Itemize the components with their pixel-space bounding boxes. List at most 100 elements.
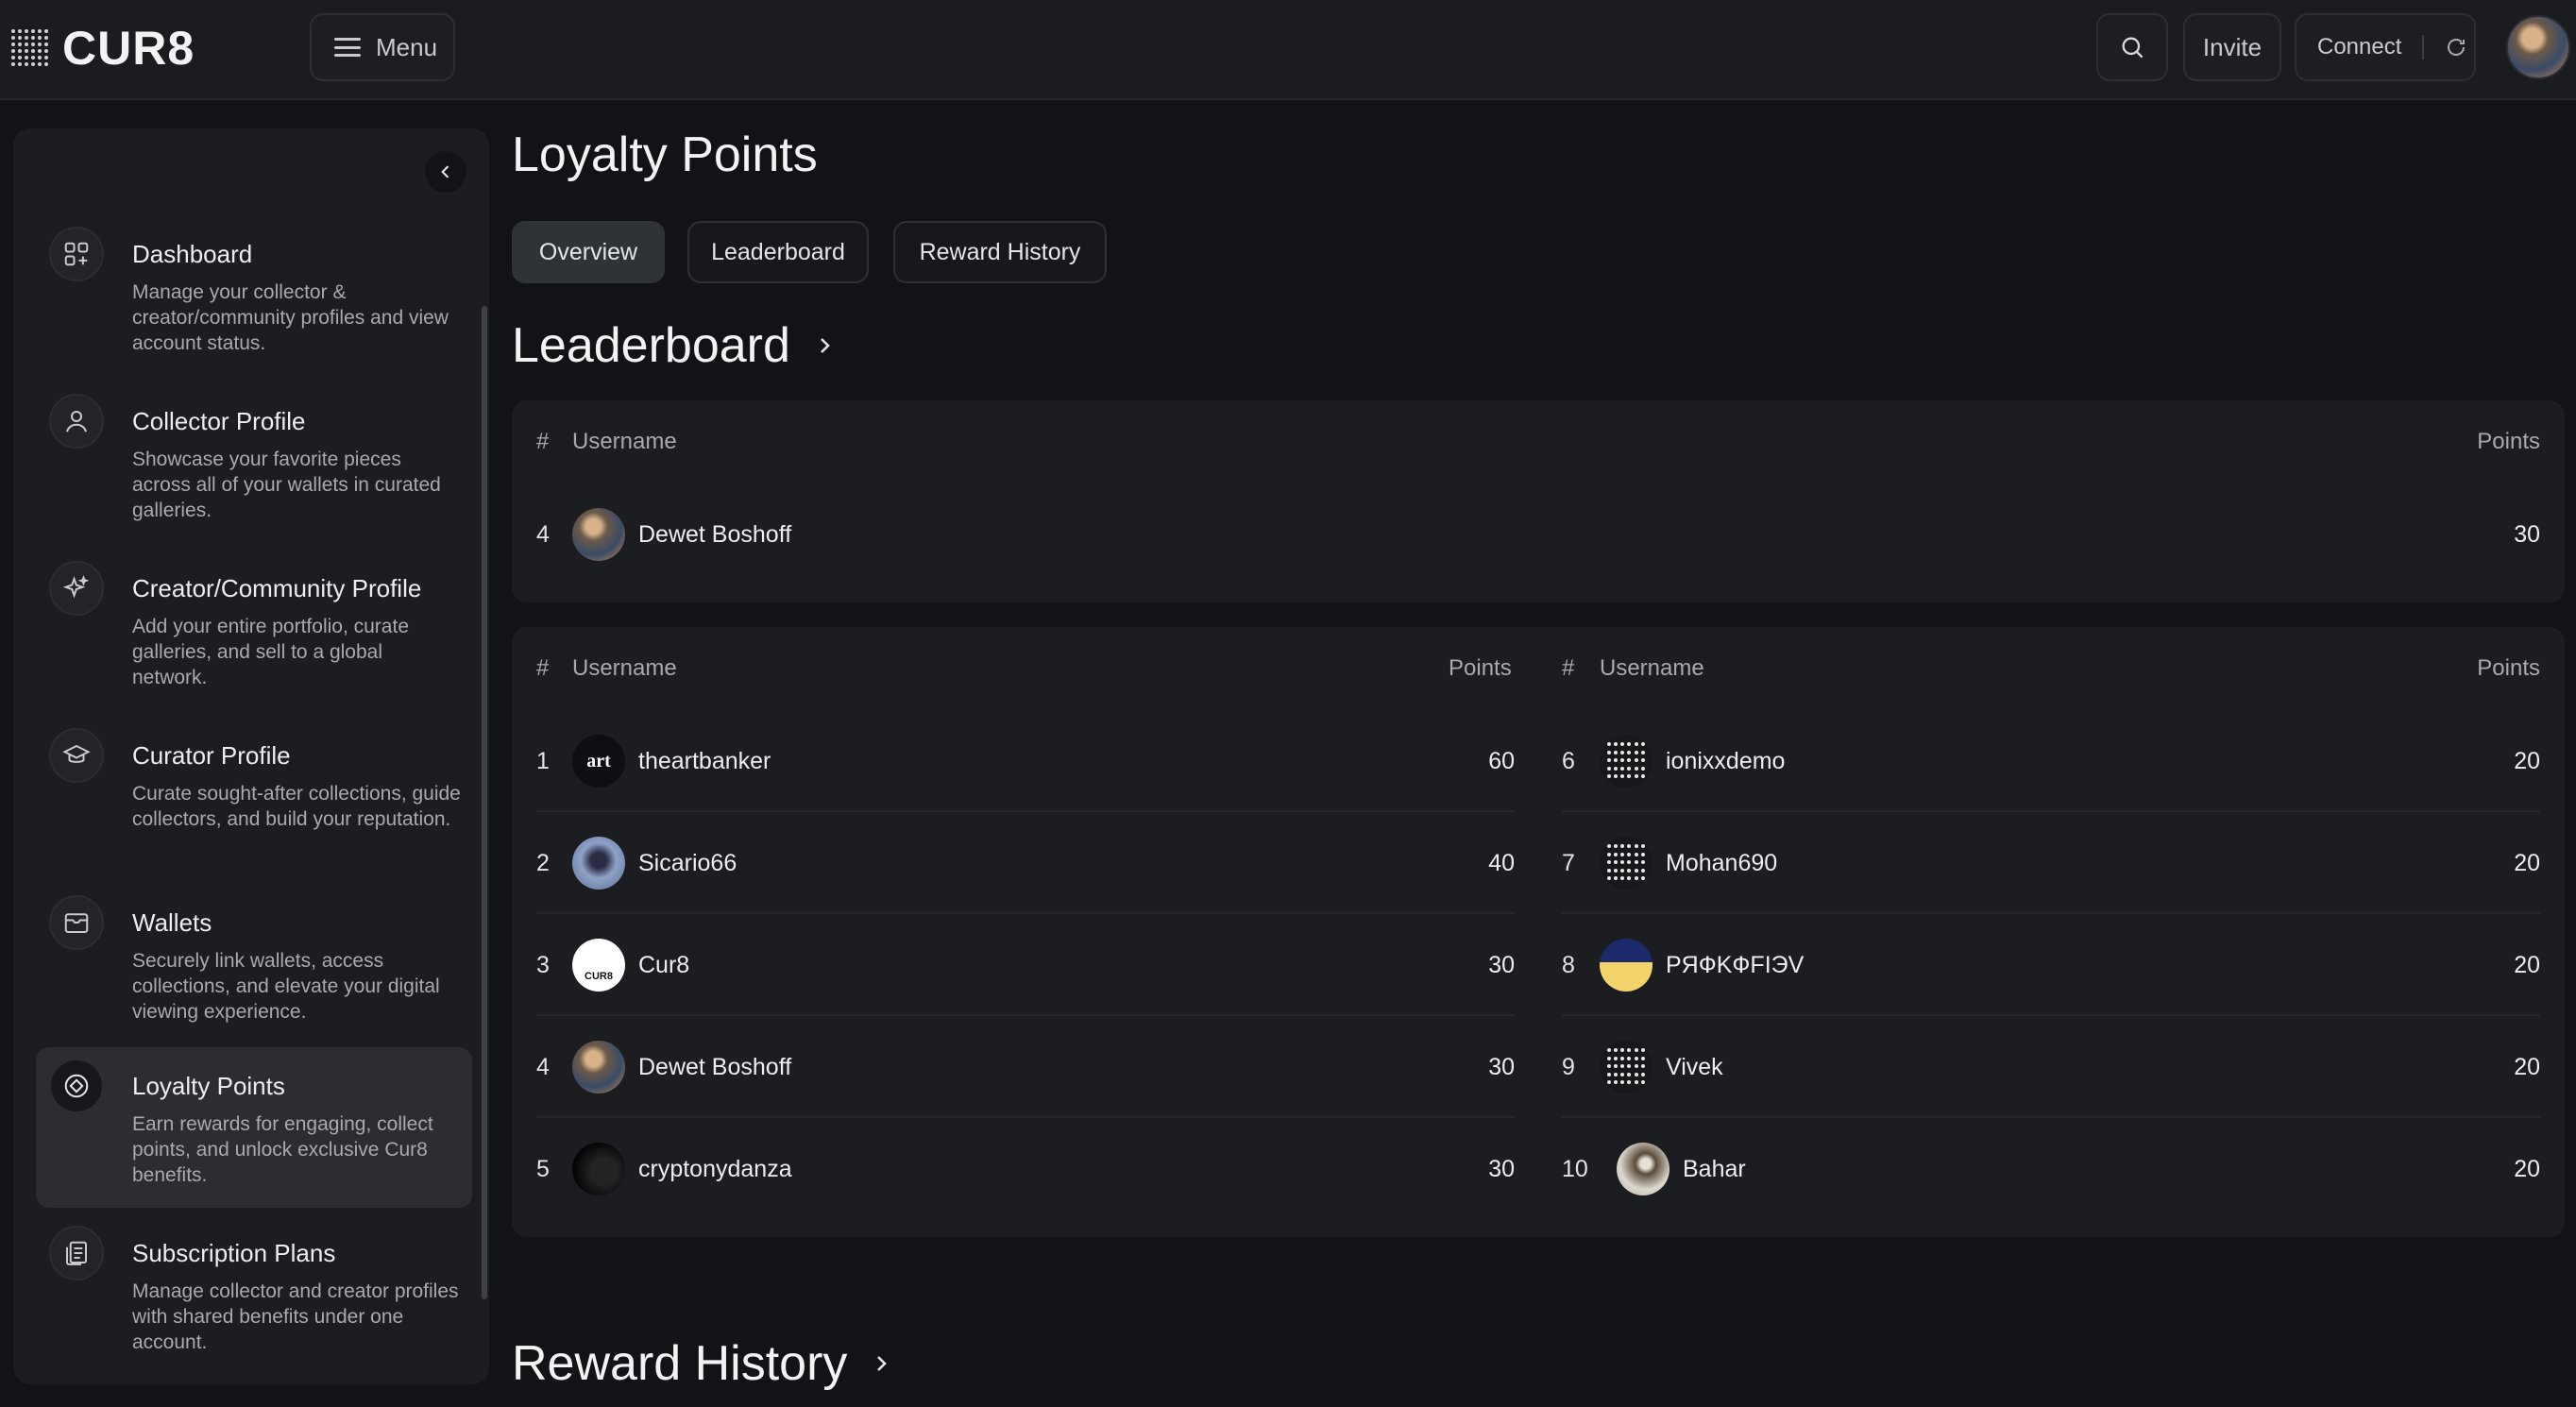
sidebar-item-curator-profile[interactable]: Curator Profile Curate sought-after coll… (36, 717, 472, 877)
sidebar-item-subscription-plans[interactable]: Subscription Plans Manage collector and … (36, 1214, 472, 1375)
sidebar-scrollbar[interactable] (482, 306, 487, 1299)
points-value: 20 (2514, 1054, 2540, 1080)
username: PЯФKФFIЭV (1666, 952, 1805, 978)
reward-history-section-link[interactable]: Reward History (512, 1335, 892, 1392)
sidebar: Dashboard Manage your collector & creato… (13, 128, 489, 1384)
table-row[interactable]: 8 PЯФKФFIЭV 20 (1562, 914, 2540, 1016)
avatar (1600, 939, 1652, 992)
rank-header: # (536, 655, 550, 681)
reward-history-heading: Reward History (512, 1336, 848, 1391)
tab-label: Overview (538, 238, 638, 265)
avatar (1600, 735, 1652, 788)
sidebar-item-dashboard[interactable]: Dashboard Manage your collector & creato… (36, 215, 472, 376)
sidebar-item-description: Securely link wallets, access collection… (132, 950, 440, 1023)
my-rank-row[interactable]: 4 Dewet Boshoff 30 (512, 483, 2540, 585)
dashboard-icon (49, 227, 104, 281)
points-value: 20 (2514, 952, 2540, 978)
sidebar-item-title: Collector Profile (132, 407, 306, 435)
username: Dewet Boshoff (638, 1054, 792, 1080)
sidebar-item-description: Showcase your favorite pieces across all… (132, 449, 441, 521)
rank-number: 4 (536, 521, 550, 548)
username: cryptonydanza (638, 1156, 792, 1182)
menu-label: Menu (376, 32, 438, 61)
points-value: 60 (1488, 748, 1515, 774)
sidebar-item-description: Manage your collector & creator/communit… (132, 281, 449, 354)
username: Vivek (1666, 1054, 1723, 1080)
connect-divider (2422, 35, 2425, 59)
username: Sicario66 (638, 850, 737, 876)
search-icon (2122, 37, 2144, 59)
cur8-logo[interactable]: CUR8 (11, 22, 195, 75)
points-value: 40 (1488, 850, 1515, 876)
rank-number: 10 (1562, 1156, 1588, 1182)
table-row[interactable]: 5 cryptonydanza 30 (536, 1118, 1515, 1220)
points-value: 30 (1488, 952, 1515, 978)
points-value: 20 (2514, 748, 2540, 774)
diamond-icon (49, 1059, 104, 1113)
points-value: 30 (2514, 521, 2540, 548)
rank-number: 8 (1562, 952, 1575, 978)
logo-text: CUR8 (62, 22, 195, 75)
points-header: Points (2477, 429, 2540, 454)
leaderboard-section-link[interactable]: Leaderboard (512, 317, 836, 374)
menu-button[interactable]: Menu (310, 13, 455, 81)
sidebar-item-title: Loyalty Points (132, 1072, 285, 1100)
rank-number: 6 (1562, 748, 1575, 774)
refresh-icon[interactable] (2445, 36, 2467, 59)
username-header: Username (1600, 655, 1704, 681)
points-value: 30 (1488, 1054, 1515, 1080)
collapse-sidebar-button[interactable] (425, 151, 466, 193)
table-row[interactable]: 1 art theartbanker 60 (536, 710, 1515, 812)
sidebar-item-collector-profile[interactable]: Collector Profile Showcase your favorite… (36, 382, 472, 543)
sidebar-item-title: Curator Profile (132, 741, 291, 770)
chevron-right-icon (877, 1356, 888, 1371)
invite-label: Invite (2202, 32, 2262, 61)
table-row[interactable]: 10 Bahar 20 (1562, 1118, 2540, 1220)
points-header: Points (2477, 655, 2540, 681)
tab-reward-history[interactable]: Reward History (893, 221, 1107, 283)
top-bar: CUR8 Menu Invite Connect (0, 0, 2576, 100)
tab-label: Reward History (919, 238, 1081, 265)
tab-leaderboard[interactable]: Leaderboard (687, 221, 869, 283)
table-row[interactable]: 7 Mohan690 20 (1562, 812, 2540, 914)
table-row[interactable]: 9 Vivek 20 (1562, 1016, 2540, 1118)
invite-button[interactable]: Invite (2183, 13, 2281, 81)
sidebar-item-description: Manage collector and creator profiles wi… (132, 1280, 459, 1353)
avatar (572, 837, 625, 890)
sidebar-item-wallets[interactable]: Wallets Securely link wallets, access co… (36, 884, 472, 1044)
graduation-cap-icon (49, 728, 104, 783)
rank-number: 5 (536, 1156, 550, 1182)
sidebar-item-title: Wallets (132, 908, 212, 937)
leaderboard-heading: Leaderboard (512, 318, 790, 373)
sidebar-item-title: Dashboard (132, 240, 253, 268)
search-button[interactable] (2096, 13, 2168, 81)
tab-label: Leaderboard (711, 238, 845, 265)
username: ionixxdemo (1666, 748, 1786, 774)
rank-number: 4 (536, 1054, 550, 1080)
rank-number: 9 (1562, 1054, 1575, 1080)
chevron-left-icon (441, 165, 449, 178)
sidebar-item-creator-community-profile[interactable]: Creator/Community Profile Add your entir… (36, 550, 472, 710)
table-row[interactable]: 4 Dewet Boshoff 30 (536, 1016, 1515, 1118)
sidebar-item-description: Earn rewards for engaging, collect point… (132, 1113, 433, 1186)
table-row[interactable]: 6 ionixxdemo 20 (1562, 710, 2540, 812)
tab-overview[interactable]: Overview (512, 221, 665, 283)
user-icon (49, 394, 104, 449)
avatar (572, 1041, 625, 1093)
table-row[interactable]: 3 CUR8 Cur8 30 (536, 914, 1515, 1016)
sidebar-item-loyalty-points[interactable]: Loyalty Points Earn rewards for engaging… (36, 1047, 472, 1208)
user-avatar[interactable] (2506, 15, 2570, 79)
wallet-icon (49, 895, 104, 950)
username: Mohan690 (1666, 850, 1778, 876)
username: Dewet Boshoff (638, 521, 792, 548)
table-row[interactable]: 2 Sicario66 40 (536, 812, 1515, 914)
avatar: art (572, 735, 625, 788)
rank-number: 7 (1562, 850, 1575, 876)
rank-header: # (1562, 655, 1575, 681)
page-title: Loyalty Points (512, 127, 818, 182)
chevron-right-icon (821, 338, 830, 353)
connect-button[interactable]: Connect (2295, 13, 2476, 81)
my-rank-panel: # Username Points 4 Dewet Boshoff 30 (512, 400, 2565, 602)
username-header: Username (572, 655, 677, 681)
points-value: 20 (2514, 1156, 2540, 1182)
